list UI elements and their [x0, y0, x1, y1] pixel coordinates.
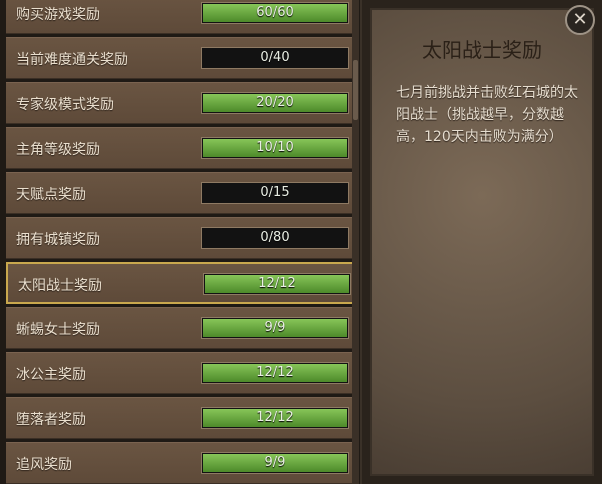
- progress-text: 9/9: [264, 320, 286, 335]
- reward-name: 主角等级奖励: [16, 142, 100, 158]
- reward-detail-panel: 太阳战士奖励 七月前挑战并击败红石城的太阳战士（挑战越早，分数越高，120天内击…: [370, 8, 594, 476]
- detail-description: 七月前挑战并击败红石城的太阳战士（挑战越早，分数越高，120天内击败为满分）: [396, 85, 578, 145]
- progress-text: 10/10: [256, 140, 294, 155]
- progress-text: 20/20: [256, 95, 294, 110]
- reward-row[interactable]: 堕落者奖励 12/12: [6, 397, 358, 439]
- reward-row[interactable]: 主角等级奖励 10/10: [6, 127, 358, 169]
- reward-row[interactable]: 太阳战士奖励 12/12: [6, 262, 358, 304]
- progress-text: 0/80: [260, 230, 290, 245]
- reward-row[interactable]: 天赋点奖励 0/15: [6, 172, 358, 214]
- progress-text: 60/60: [256, 5, 294, 20]
- progress-bar: 0/40: [201, 47, 349, 69]
- reward-row[interactable]: 当前难度通关奖励 0/40: [6, 37, 358, 79]
- progress-text: 12/12: [258, 276, 296, 291]
- reward-list: 购买游戏奖励 60/60 当前难度通关奖励 0/40 专家级模式奖励 20/20 主角等级奖…: [0, 0, 360, 484]
- reward-name: 追风奖励: [16, 457, 72, 473]
- reward-list-panel: 购买游戏奖励 60/60 当前难度通关奖励 0/40 专家级模式奖励 20/20 主角等级奖…: [0, 0, 362, 484]
- progress-bar: 0/80: [201, 227, 349, 249]
- reward-name: 拥有城镇奖励: [16, 232, 100, 248]
- reward-row[interactable]: 蜥蜴女士奖励 9/9: [6, 307, 358, 349]
- detail-title: 太阳战士奖励: [422, 38, 542, 62]
- reward-row[interactable]: 专家级模式奖励 20/20: [6, 82, 358, 124]
- progress-text: 0/15: [260, 185, 290, 200]
- reward-name: 太阳战士奖励: [18, 278, 102, 294]
- reward-name: 冰公主奖励: [16, 367, 86, 383]
- progress-bar: 12/12: [201, 362, 349, 384]
- reward-name: 专家级模式奖励: [16, 97, 114, 113]
- progress-bar: 0/15: [201, 182, 349, 204]
- close-button[interactable]: ✕: [565, 5, 595, 35]
- progress-bar: 10/10: [201, 137, 349, 159]
- reward-name: 蜥蜴女士奖励: [16, 322, 100, 338]
- progress-text: 0/40: [260, 50, 290, 65]
- reward-name: 堕落者奖励: [16, 412, 86, 428]
- progress-bar: 12/12: [203, 273, 351, 295]
- scrollbar-thumb[interactable]: [353, 60, 358, 120]
- reward-name: 当前难度通关奖励: [16, 52, 128, 68]
- progress-text: 12/12: [256, 365, 294, 380]
- progress-text: 12/12: [256, 410, 294, 425]
- close-icon: ✕: [572, 9, 588, 30]
- reward-row[interactable]: 购买游戏奖励 60/60: [6, 0, 358, 34]
- progress-text: 9/9: [264, 455, 286, 470]
- progress-bar: 20/20: [201, 92, 349, 114]
- reward-name: 天赋点奖励: [16, 187, 86, 203]
- reward-name: 购买游戏奖励: [16, 7, 100, 23]
- reward-row[interactable]: 追风奖励 9/9: [6, 442, 358, 484]
- progress-bar: 9/9: [201, 317, 349, 339]
- reward-row[interactable]: 冰公主奖励 12/12: [6, 352, 358, 394]
- reward-row[interactable]: 拥有城镇奖励 0/80: [6, 217, 358, 259]
- progress-bar: 12/12: [201, 407, 349, 429]
- progress-bar: 9/9: [201, 452, 349, 474]
- progress-bar: 60/60: [201, 2, 349, 24]
